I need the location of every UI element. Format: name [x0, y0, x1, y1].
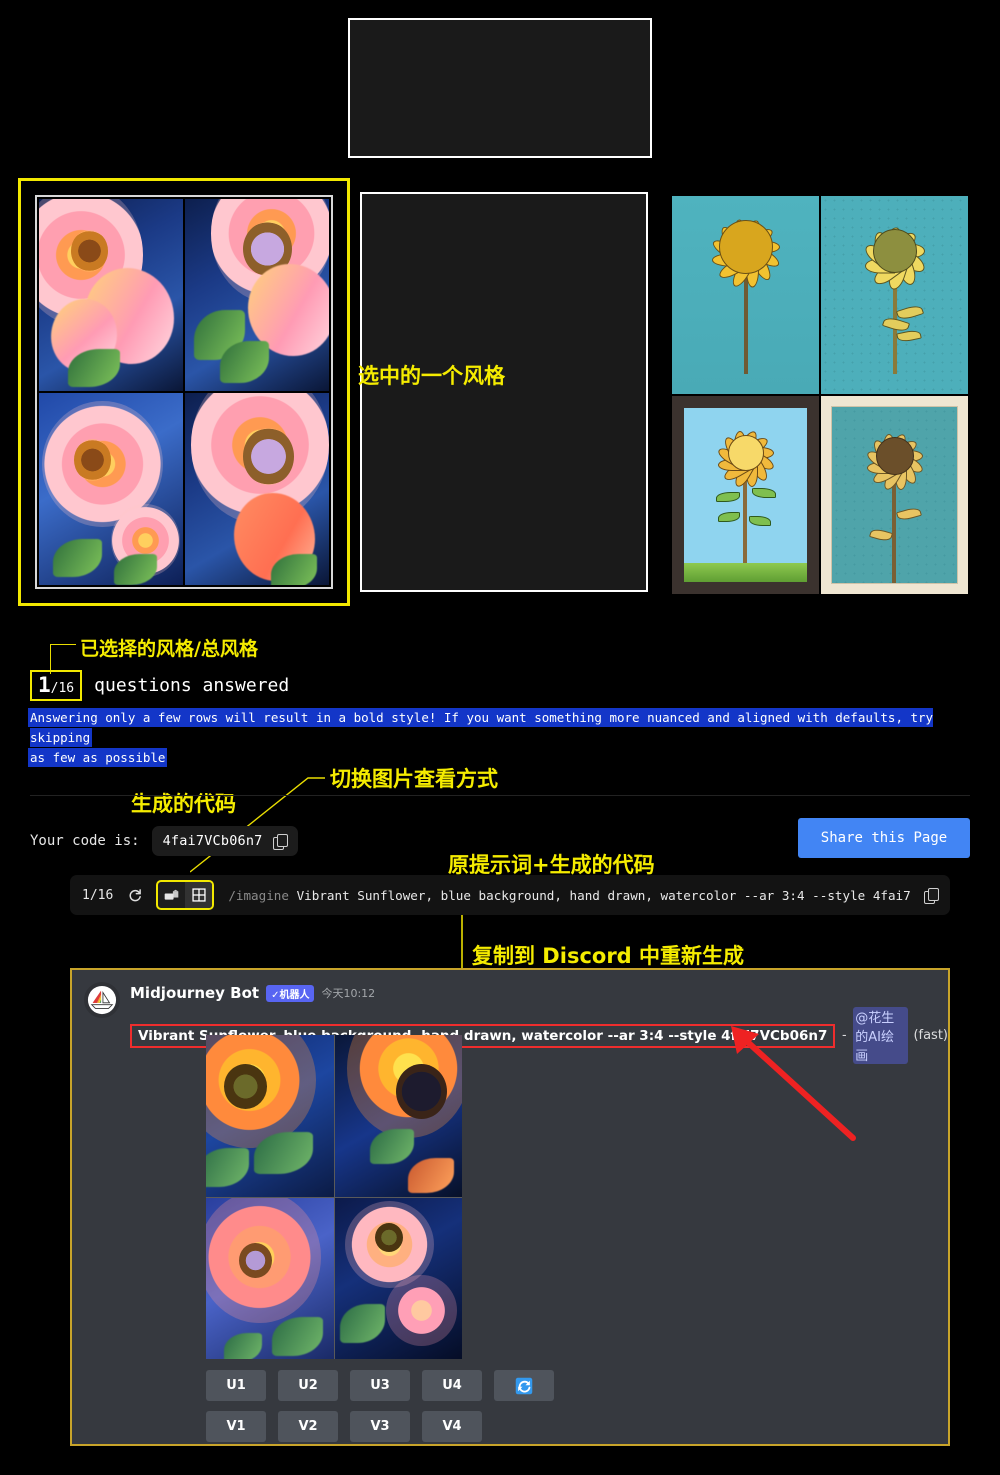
style-option-selected-vivid-watercolor[interactable] [18, 178, 350, 606]
variation-button-v1[interactable]: V1 [206, 1411, 266, 1442]
generated-image-1[interactable] [206, 1035, 334, 1197]
view-mode-toggle[interactable] [156, 880, 215, 910]
grid-view-icon[interactable] [185, 882, 213, 908]
variation-button-v4[interactable]: V4 [422, 1411, 482, 1442]
copy-icon[interactable] [272, 834, 288, 850]
discord-action-buttons: U1 U2 U3 U4 V1 V2 V3 V4 [206, 1370, 554, 1452]
generated-image-4[interactable] [334, 1197, 462, 1359]
prompt-bar-count: 1/16 [82, 887, 114, 903]
upscale-button-u1[interactable]: U1 [206, 1370, 266, 1401]
annotation-switch-image-view: 切换图片查看方式 [330, 767, 498, 791]
hint-line-2: as few as possible [30, 750, 166, 765]
placeholder-inner [362, 194, 646, 590]
your-code-row: Your code is: 4fai7VCb06n7 [30, 826, 298, 856]
imagine-command: /imagine [228, 887, 289, 903]
section-divider [30, 795, 970, 796]
copy-icon[interactable] [924, 888, 939, 904]
speed-label: (fast) [913, 1028, 948, 1043]
user-mention[interactable]: @花生的AI绘画 [853, 1007, 909, 1064]
bot-badge: ✓机器人 [266, 984, 315, 1002]
variation-button-v2[interactable]: V2 [278, 1411, 338, 1442]
style-thumb [672, 396, 819, 594]
upscale-button-u3[interactable]: U3 [350, 1370, 410, 1401]
upscale-button-u2[interactable]: U2 [278, 1370, 338, 1401]
answered-fraction: 1 /16 [30, 670, 83, 701]
style-thumb [672, 196, 819, 394]
upscale-button-row: U1 U2 U3 U4 [206, 1370, 554, 1401]
annotation-selected-one-style: 选中的一个风格 [358, 364, 505, 388]
generated-image-2[interactable] [334, 1035, 462, 1197]
style-option-stained-glass[interactable] [30, 18, 350, 173]
red-pointer-arrow [731, 1026, 856, 1141]
style-selection-grid: 选中的一个风格 [0, 0, 1000, 615]
style-thumb [39, 199, 183, 391]
leader-line-selected-total [50, 644, 76, 645]
style-option-line-art[interactable] [672, 196, 968, 594]
answered-count: 1 [38, 673, 51, 697]
style-option-pastel-watercolor[interactable] [672, 30, 968, 164]
screenshot-root: 选中的一个风格 已选择的风格/总风格 1 /16 questions answe… [0, 0, 1000, 1475]
code-value: 4fai7VCb06n7 [162, 833, 263, 849]
share-this-page-button[interactable]: Share this Page [798, 818, 970, 858]
variation-button-row: V1 V2 V3 V4 [206, 1411, 554, 1442]
prompt-bar: 1/16 /imagine Vibrant Sunflower, blue ba… [70, 875, 950, 915]
reroll-button[interactable] [494, 1370, 554, 1401]
message-timestamp: 今天10:12 [321, 987, 376, 1000]
style-thumb [185, 393, 329, 585]
refresh-icon[interactable] [127, 888, 142, 903]
annotation-selected-styles-total: 已选择的风格/总风格 [80, 638, 258, 660]
discord-message-header: Midjourney Bot ✓机器人 今天10:12 [130, 984, 948, 1002]
style-thumb [39, 393, 183, 585]
code-chip[interactable]: 4fai7VCb06n7 [151, 826, 298, 856]
sailboat-avatar [84, 982, 120, 1018]
style-thumb [821, 196, 968, 394]
prompt-text: Vibrant Sunflower, blue background, hand… [296, 887, 910, 903]
style-option-placeholder-large[interactable] [360, 192, 648, 592]
leader-line-switch-view [190, 777, 325, 873]
prompt-text-row: /imagine Vibrant Sunflower, blue backgro… [228, 888, 910, 903]
annotation-copy-to-discord: 复制到 Discord 中重新生成 [472, 944, 745, 968]
style-option-placeholder[interactable] [348, 18, 652, 158]
answered-total: /16 [50, 681, 75, 696]
questions-answered-row: 1 /16 questions answered [30, 670, 289, 701]
style-thumb [821, 396, 968, 594]
your-code-label: Your code is: [30, 833, 140, 849]
generated-image-grid[interactable] [206, 1035, 462, 1359]
upscale-button-u4[interactable]: U4 [422, 1370, 482, 1401]
variation-button-v3[interactable]: V3 [350, 1411, 410, 1442]
hint-line-1: Answering only a few rows will result in… [30, 710, 934, 745]
generated-image-3[interactable] [206, 1197, 334, 1359]
placeholder-inner [350, 20, 650, 156]
reroll-icon [515, 1377, 533, 1394]
cards-view-icon[interactable] [158, 882, 185, 908]
style-thumb [185, 199, 329, 391]
questions-answered-label: questions answered [94, 675, 290, 696]
answering-hint: Answering only a few rows will result in… [30, 708, 970, 768]
bot-name: Midjourney Bot [130, 984, 260, 1002]
